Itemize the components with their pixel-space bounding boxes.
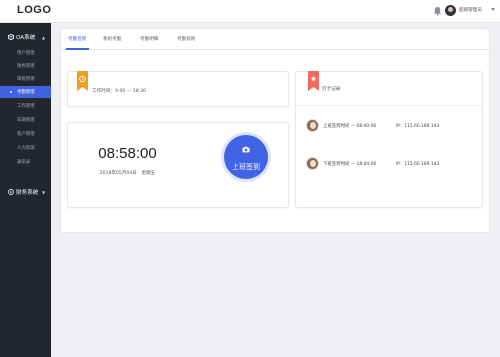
tab-attendance-rules[interactable]: 考勤规则 [177, 36, 195, 42]
sidebar-item-vehicles[interactable]: 车辆管理 [0, 114, 51, 126]
sidebar-item-label: 工作管理 [17, 104, 35, 109]
chevron-down-icon: ▼ [42, 190, 46, 195]
record-row: 上班签到时间 — 08:40:06 IP：115.60.189.143 [306, 119, 481, 133]
sidebar-item-approval[interactable]: 审批管理 [0, 73, 51, 85]
active-dot [10, 91, 12, 93]
punch-record-panel: 打卡记录 上班签到时间 — 08:40:06 IP：115.60.189.143… [295, 71, 483, 208]
record-title: 打卡记录 [322, 87, 341, 92]
tab-my-attendance[interactable]: 我的考勤 [103, 36, 121, 42]
sidebar-group-label: 财务系统 [16, 190, 39, 196]
sidebar-item-attendance[interactable]: 考勤管理 [0, 86, 51, 98]
sidebar-item-label: 用户管理 [17, 51, 35, 56]
camera-icon [242, 146, 250, 153]
divider [296, 105, 482, 106]
record-row: 下班签到时间 — 18:04:06 IP：115.60.189.143 [306, 157, 481, 171]
avatar [306, 157, 319, 170]
sidebar-item-hr[interactable]: 人力资源 [0, 142, 51, 154]
chevron-down-icon[interactable] [491, 8, 495, 11]
checkin-button[interactable]: 上班签到 [224, 135, 268, 179]
sidebar: OA系统 ▲ 用户管理 角色管理 审批管理 考勤管理 工作管理 车辆管理 客户管… [0, 23, 51, 357]
star-icon [308, 71, 319, 91]
sidebar-item-label: 客户管理 [17, 132, 35, 137]
checkin-button-label: 上班签到 [232, 164, 260, 171]
avatar [306, 119, 319, 132]
active-tab-indicator [66, 48, 89, 50]
money-icon [8, 189, 14, 195]
record-ip: IP：115.60.189.143 [396, 162, 440, 167]
sidebar-item-label: 通讯录 [17, 160, 31, 165]
user-name[interactable]: 超级管理员 [459, 7, 482, 13]
sidebar-group-label: OA系统 [16, 35, 36, 41]
record-ip: IP：115.60.189.143 [396, 124, 440, 129]
tab-bar: 考勤签到 我的考勤 考勤明细 考勤规则 [61, 29, 489, 50]
sidebar-group-oa[interactable]: OA系统 ▲ [0, 29, 51, 45]
sidebar-item-work[interactable]: 工作管理 [0, 100, 51, 112]
clock-icon [77, 71, 88, 91]
tab-checkin[interactable]: 考勤签到 [68, 36, 86, 42]
avatar[interactable] [445, 5, 456, 16]
work-time-panel: 工作时间：9:00 — 18:30 [67, 71, 289, 107]
chevron-up-icon: ▲ [42, 35, 46, 40]
sidebar-item-roles[interactable]: 角色管理 [0, 60, 51, 72]
current-date: 2018年05月04日 星期五 [99, 171, 156, 176]
cube-icon [8, 34, 14, 40]
sidebar-item-users[interactable]: 用户管理 [0, 47, 51, 59]
top-bar: LOGO 超级管理员 [0, 0, 500, 23]
sidebar-item-customers[interactable]: 客户管理 [0, 128, 51, 140]
sidebar-group-finance[interactable]: 财务系统 ▼ [0, 184, 51, 200]
sidebar-item-label: 人力资源 [17, 146, 35, 151]
bell-icon[interactable] [433, 6, 442, 16]
sidebar-item-label: 车辆管理 [17, 118, 35, 123]
sidebar-item-label: 审批管理 [17, 77, 35, 82]
sidebar-item-label: 角色管理 [17, 64, 35, 69]
sidebar-item-label: 考勤管理 [17, 90, 35, 95]
record-time: 下班签到时间 — 18:04:06 [323, 162, 377, 167]
tab-attendance-details[interactable]: 考勤明细 [140, 36, 158, 42]
work-time-text: 工作时间：9:00 — 18:30 [92, 89, 147, 94]
logo[interactable]: LOGO [17, 4, 51, 16]
current-time: 08:58:00 [98, 145, 157, 162]
sidebar-item-contacts[interactable]: 通讯录 [0, 156, 51, 168]
record-time: 上班签到时间 — 08:40:06 [323, 124, 377, 129]
main-card: 考勤签到 我的考勤 考勤明细 考勤规则 工作时间：9:00 — 18:30 08… [60, 28, 490, 233]
clock-panel: 08:58:00 2018年05月04日 星期五 上班签到 [67, 122, 289, 208]
